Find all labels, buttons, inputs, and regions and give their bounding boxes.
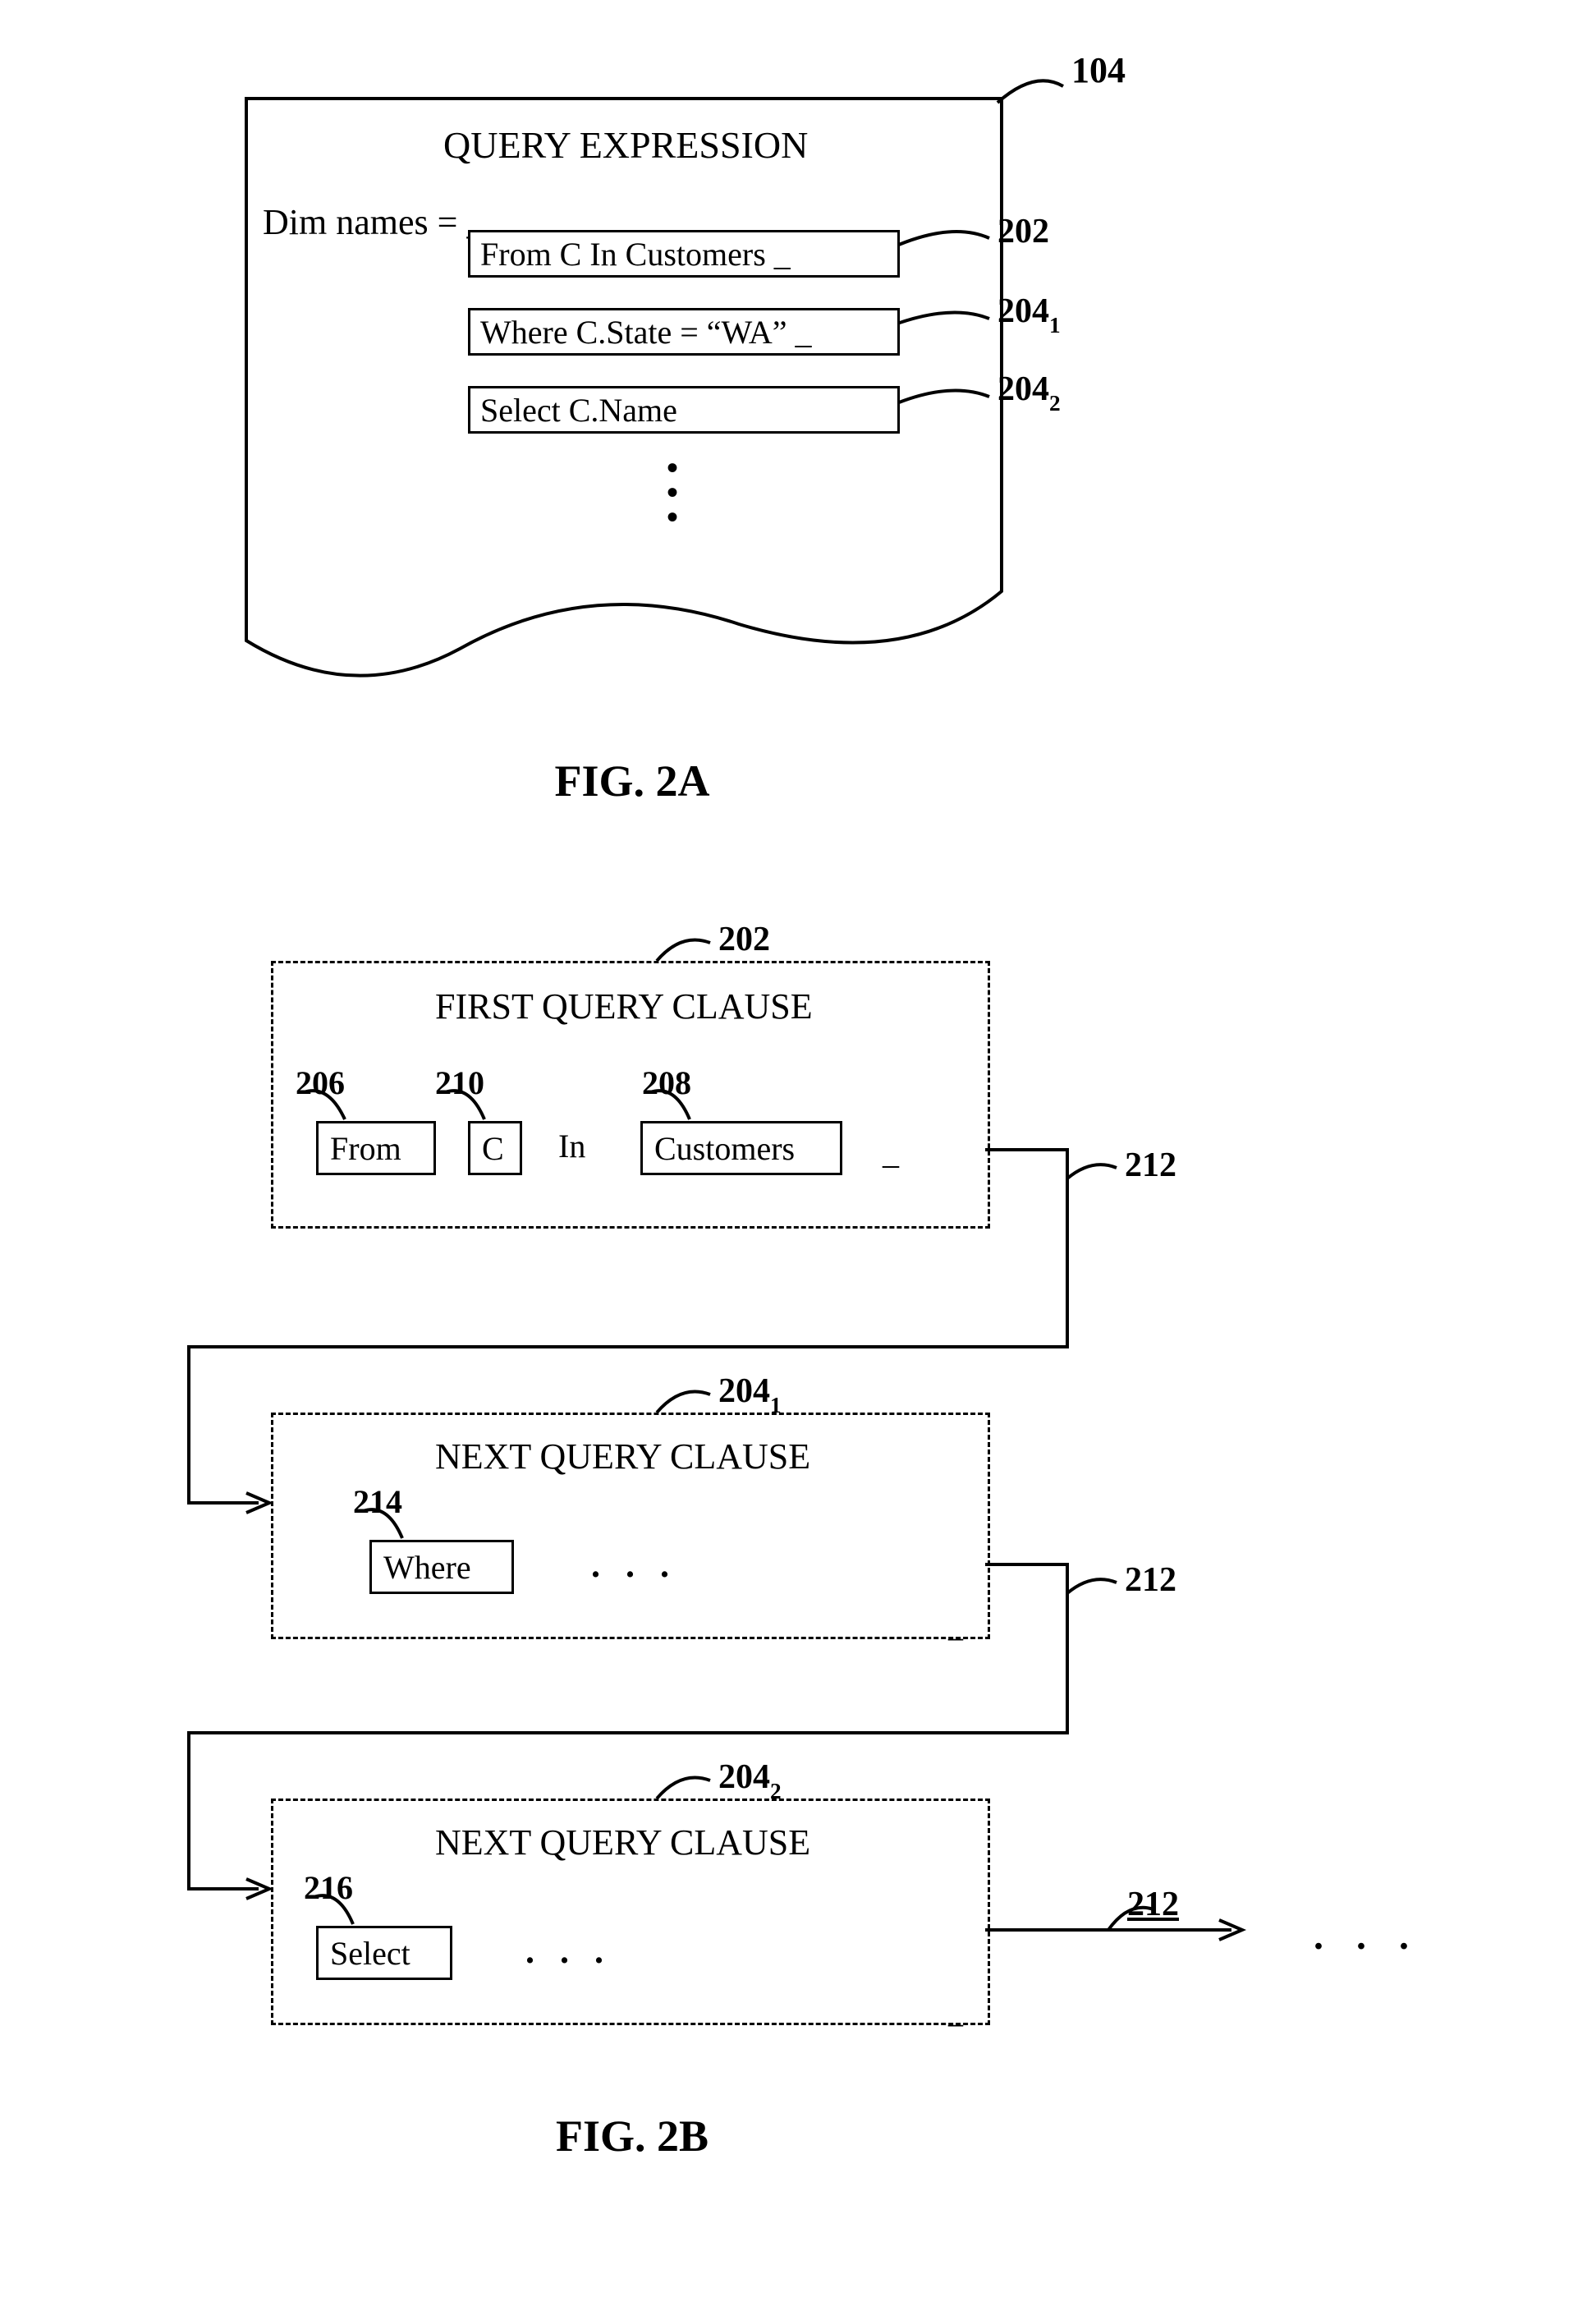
fig-2b-caption: FIG. 2B	[0, 2111, 1264, 2162]
ref-212-c: 212	[1127, 1885, 1179, 1924]
ellipsis-3: . . .	[1314, 1913, 1420, 1959]
